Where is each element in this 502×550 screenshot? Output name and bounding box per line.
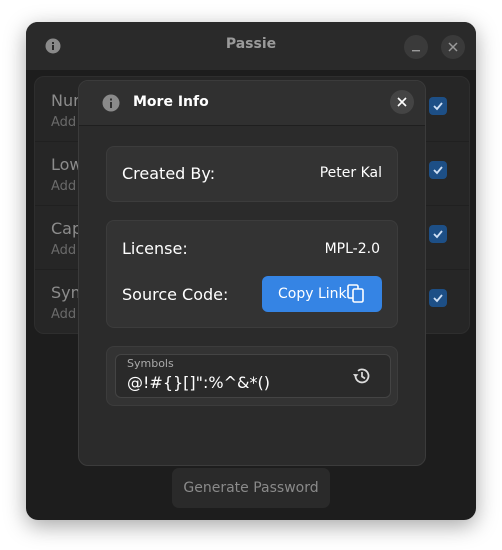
license-value: MPL-2.0: [324, 241, 380, 257]
option-checkbox[interactable]: [429, 225, 447, 243]
symbols-field-value: @!#{}[]":%^&*(): [127, 373, 270, 392]
symbols-field-label: Symbols: [127, 357, 174, 370]
option-subtitle: Add: [51, 243, 77, 258]
created-by-label: Created By:: [122, 164, 216, 183]
option-checkbox[interactable]: [429, 97, 447, 115]
generate-password-button[interactable]: Generate Password: [172, 468, 330, 508]
created-by-card: Created By: Peter Kal: [106, 146, 398, 202]
more-info-dialog: More Info Created By: Peter Kal License:…: [78, 80, 426, 466]
option-title: Nur: [51, 91, 80, 110]
copy-link-label: Copy Link: [278, 286, 347, 302]
checkmark-icon: [433, 102, 443, 111]
checkmark-icon: [433, 230, 443, 239]
dialog-title: More Info: [133, 94, 209, 110]
created-by-value: Peter Kal: [319, 165, 382, 181]
license-label: License:: [122, 239, 188, 258]
option-subtitle: Add: [51, 179, 77, 194]
dialog-header: More Info: [79, 81, 425, 126]
option-checkbox[interactable]: [429, 289, 447, 307]
info-icon: [102, 94, 120, 112]
option-subtitle: Add: [51, 307, 77, 322]
minimize-icon: [412, 50, 420, 52]
close-button[interactable]: [441, 35, 465, 59]
dialog-close-button[interactable]: [390, 90, 414, 114]
option-checkbox[interactable]: [429, 161, 447, 179]
close-icon: [397, 97, 407, 107]
checkmark-icon: [433, 294, 443, 303]
titlebar: Passie: [26, 22, 476, 70]
symbols-field[interactable]: Symbols @!#{}[]":%^&*(): [115, 354, 391, 398]
symbols-card: Symbols @!#{}[]":%^&*(): [106, 346, 398, 406]
license-card: License: MPL-2.0 Source Code: Copy Link: [106, 220, 398, 328]
close-icon: [448, 42, 458, 52]
reset-history-icon[interactable]: [352, 367, 372, 385]
copy-icon: [347, 284, 364, 303]
minimize-button[interactable]: [404, 35, 428, 59]
copy-link-button[interactable]: Copy Link: [262, 276, 382, 312]
checkmark-icon: [433, 166, 443, 175]
option-subtitle: Add: [51, 115, 77, 130]
source-code-label: Source Code:: [122, 285, 229, 304]
